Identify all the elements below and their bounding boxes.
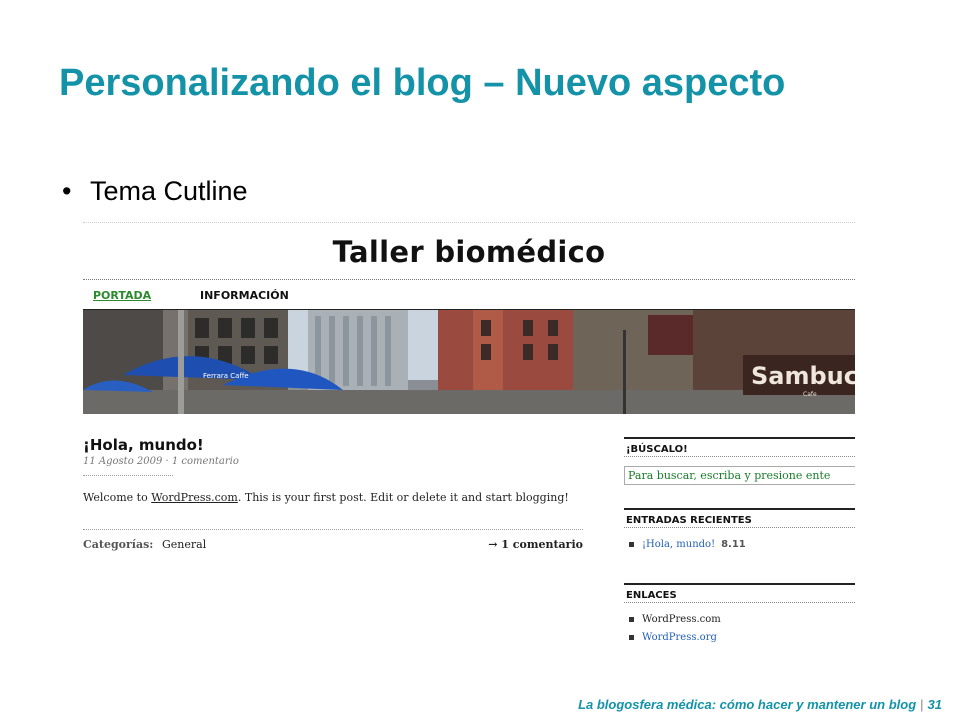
wordpress-link[interactable]: WordPress.com — [151, 491, 238, 504]
recent-post-date: 8.11 — [721, 539, 746, 550]
post-body-suffix: . This is your first post. Edit or delet… — [237, 491, 569, 504]
blog-nav: PORTADA INFORMACIÓN — [83, 279, 855, 312]
search-heading: ¡BÚSCALO! — [624, 437, 855, 457]
blog-title[interactable]: Taller biomédico — [83, 235, 855, 269]
cafe-sign-text: Cafe — [803, 391, 817, 398]
nav-portada[interactable]: PORTADA — [93, 289, 151, 302]
post-meta: 11 Agosto 2009 · 1 comentario — [83, 456, 239, 467]
header-image: Ferrara Caffe Sambuca Cafe — [83, 310, 855, 414]
bullet-item: • Tema Cutline — [62, 176, 248, 207]
post-title[interactable]: ¡Hola, mundo! — [83, 436, 204, 454]
post-body-prefix: Welcome to — [83, 491, 152, 504]
blog-screenshot: Taller biomédico PORTADA INFORMACIÓN Fer… — [83, 222, 855, 653]
sambuca-sign-text: Sambuca — [751, 362, 855, 390]
link-wordpress-com[interactable]: WordPress.com — [642, 614, 721, 625]
categories-label: Categorías: — [83, 538, 154, 551]
footer-divider: | — [920, 697, 924, 712]
bullet-square-icon — [629, 635, 634, 640]
comments-link[interactable]: → 1 comentario — [488, 538, 583, 551]
bullet-text: Tema Cutline — [90, 176, 248, 206]
recent-post-link[interactable]: ¡Hola, mundo! — [642, 539, 715, 550]
recent-posts-heading: ENTRADAS RECIENTES — [624, 508, 855, 528]
category-link[interactable]: General — [162, 538, 206, 551]
link-wordpress-org[interactable]: WordPress.org — [642, 632, 717, 643]
slide-footer: La blogosfera médica: cómo hacer y mante… — [578, 697, 942, 712]
slide-title: Personalizando el blog – Nuevo aspecto — [59, 62, 786, 104]
footer-text: La blogosfera médica: cómo hacer y mante… — [578, 697, 917, 712]
umbrella-text: Ferrara Caffe — [203, 372, 249, 380]
link-item: WordPress.com — [629, 614, 721, 625]
links-heading: ENLACES — [624, 583, 855, 603]
bullet-square-icon — [629, 617, 634, 622]
post-footer: Categorías: General → 1 comentario — [83, 529, 583, 551]
page-number: 31 — [927, 697, 942, 712]
search-input[interactable]: Para buscar, escriba y presione ente — [624, 466, 855, 485]
link-item: WordPress.org — [629, 632, 717, 643]
nav-informacion[interactable]: INFORMACIÓN — [200, 289, 289, 302]
post-separator — [83, 475, 173, 476]
bullet-dot: • — [62, 176, 72, 206]
recent-post-item: ¡Hola, mundo! 8.11 — [629, 539, 746, 550]
bullet-square-icon — [629, 542, 634, 547]
post-body: Welcome to WordPress.com. This is your f… — [83, 489, 573, 507]
